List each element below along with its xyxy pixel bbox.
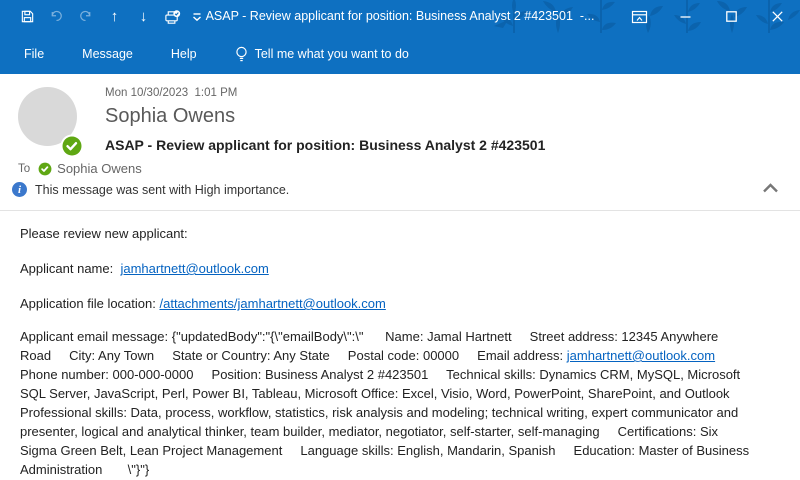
avatar[interactable] bbox=[18, 87, 84, 158]
tab-message[interactable]: Message bbox=[82, 47, 133, 61]
tab-help[interactable]: Help bbox=[171, 47, 197, 61]
applicant-name-label: Applicant name: bbox=[20, 261, 121, 276]
file-location-label: Application file location: bbox=[20, 296, 160, 311]
ribbon-tab-bar: File Message Help Tell me what you want … bbox=[0, 33, 800, 74]
subject: ASAP - Review applicant for position: Bu… bbox=[105, 137, 546, 153]
info-icon: i bbox=[12, 182, 27, 197]
print-approve-icon[interactable] bbox=[158, 0, 187, 33]
lightbulb-icon bbox=[235, 46, 248, 62]
collapse-header-button[interactable] bbox=[761, 181, 780, 198]
file-location-link[interactable]: /attachments/jamhartnett@outlook.com bbox=[159, 296, 385, 311]
sender-name[interactable]: Sophia Owens bbox=[105, 105, 545, 128]
undo-icon[interactable] bbox=[42, 0, 71, 33]
recipient-name[interactable]: Sophia Owens bbox=[57, 161, 142, 176]
tell-me-box[interactable]: Tell me what you want to do bbox=[235, 46, 409, 62]
applicant-message-paragraph: Applicant email message: {"updatedBody":… bbox=[20, 327, 752, 479]
next-item-icon[interactable]: ↓ bbox=[129, 0, 158, 33]
presence-available-icon bbox=[60, 134, 84, 158]
file-location-line: Application file location: /attachments/… bbox=[20, 294, 752, 313]
to-row: To Sophia Owens bbox=[18, 161, 142, 176]
close-icon[interactable] bbox=[754, 0, 800, 33]
to-label: To bbox=[18, 162, 31, 175]
applicant-name-line: Applicant name: jamhartnett@outlook.com bbox=[20, 259, 752, 278]
tell-me-label: Tell me what you want to do bbox=[254, 46, 409, 61]
applicant-message-email-link[interactable]: jamhartnett@outlook.com bbox=[567, 348, 715, 363]
applicant-message-after: Phone number: 000-000-0000 Position: Bus… bbox=[20, 348, 753, 477]
sent-datetime: Mon 10/30/2023 1:01 PM bbox=[105, 87, 238, 99]
message-header: Mon 10/30/2023 1:01 PM Sophia Owens ASAP… bbox=[105, 87, 545, 153]
customize-quick-access-icon[interactable] bbox=[187, 0, 207, 33]
chevron-up-icon bbox=[763, 183, 778, 193]
applicant-email-link[interactable]: jamhartnett@outlook.com bbox=[120, 261, 268, 276]
intro-line: Please review new applicant: bbox=[20, 226, 188, 241]
save-icon[interactable] bbox=[13, 0, 42, 33]
presence-available-icon bbox=[38, 162, 52, 175]
redo-icon[interactable] bbox=[71, 0, 100, 33]
window-controls bbox=[616, 0, 800, 33]
importance-text: This message was sent with High importan… bbox=[35, 182, 290, 197]
tab-file[interactable]: File bbox=[24, 47, 44, 61]
previous-item-icon[interactable]: ↑ bbox=[100, 0, 129, 33]
ribbon-display-options-icon[interactable] bbox=[616, 0, 662, 33]
importance-info-bar: i This message was sent with High import… bbox=[12, 182, 289, 197]
minimize-icon[interactable] bbox=[662, 0, 708, 33]
restore-icon[interactable] bbox=[708, 0, 754, 33]
message-pane: Mon 10/30/2023 1:01 PM Sophia Owens ASAP… bbox=[0, 74, 800, 480]
quick-access-toolbar: ↑ ↓ bbox=[13, 0, 207, 33]
titlebar: ↑ ↓ ASAP - Review applicant for position… bbox=[0, 0, 800, 33]
email-body: Please review new applicant: Applicant n… bbox=[0, 211, 800, 479]
